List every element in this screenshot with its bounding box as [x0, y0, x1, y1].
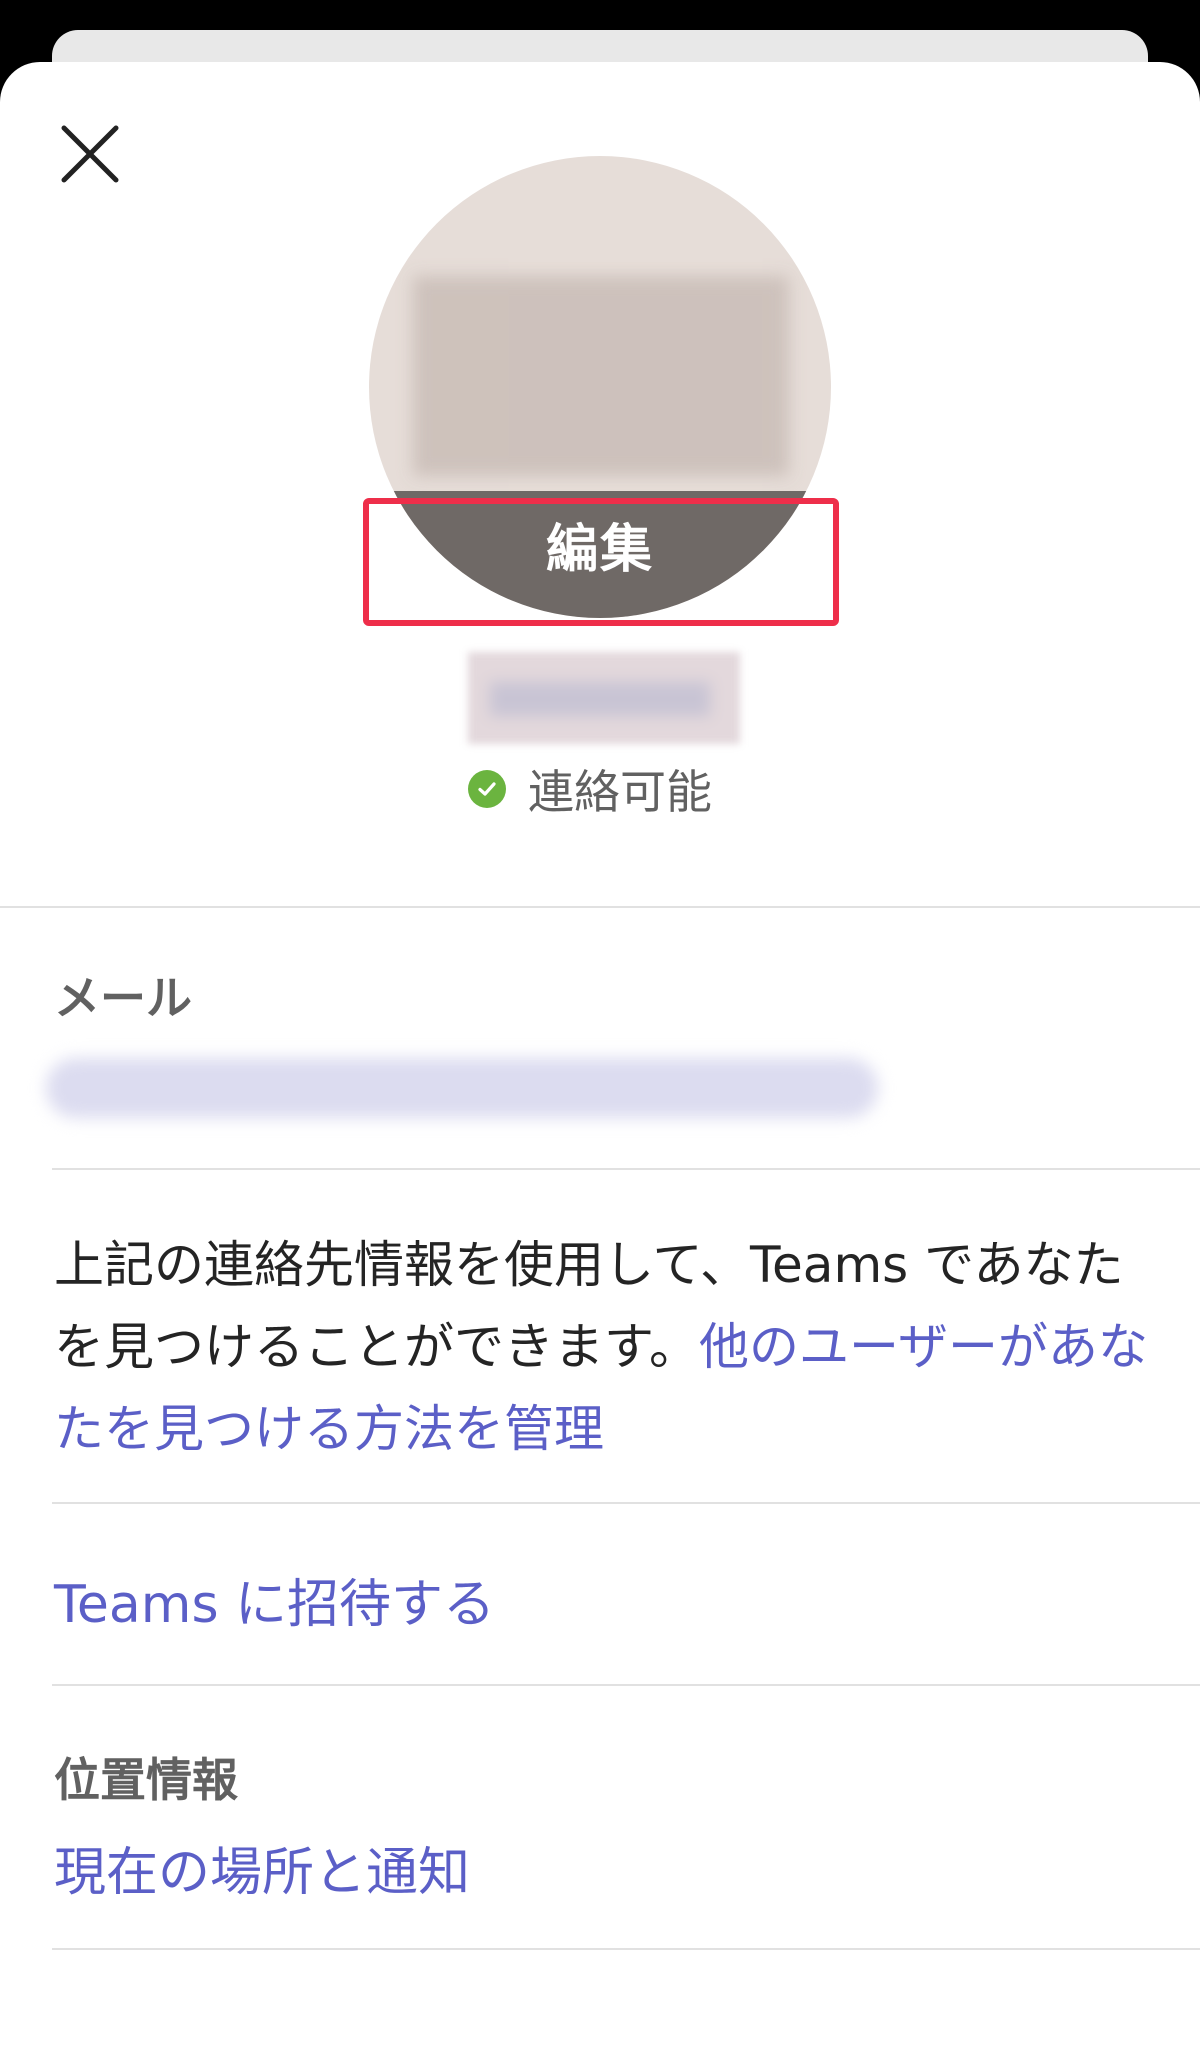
close-icon: [61, 125, 119, 183]
divider: [0, 906, 1200, 908]
divider: [52, 1684, 1200, 1686]
presence-status[interactable]: 連絡可能: [468, 756, 712, 822]
display-name-redacted: [468, 652, 740, 744]
divider: [52, 1168, 1200, 1170]
email-section-label: メール: [54, 971, 192, 1025]
avatar-photo-redacted: [413, 276, 789, 476]
location-section-label: 位置情報: [54, 1753, 238, 1807]
discoverability-info: 上記の連絡先情報を使用して、Teams であなたを見つけることができます。他のユ…: [54, 1224, 1154, 1470]
divider: [52, 1502, 1200, 1504]
email-value-redacted[interactable]: [46, 1058, 878, 1118]
close-button[interactable]: [58, 122, 122, 186]
divider: [52, 1948, 1200, 1950]
available-check-icon: [468, 770, 506, 808]
edit-avatar-button[interactable]: 編集: [369, 491, 831, 618]
current-location-link[interactable]: 現在の場所と通知: [54, 1830, 470, 1905]
status-label: 連絡可能: [528, 765, 712, 819]
avatar[interactable]: 編集: [369, 156, 831, 618]
invite-to-teams-link[interactable]: Teams に招待する: [54, 1562, 495, 1637]
